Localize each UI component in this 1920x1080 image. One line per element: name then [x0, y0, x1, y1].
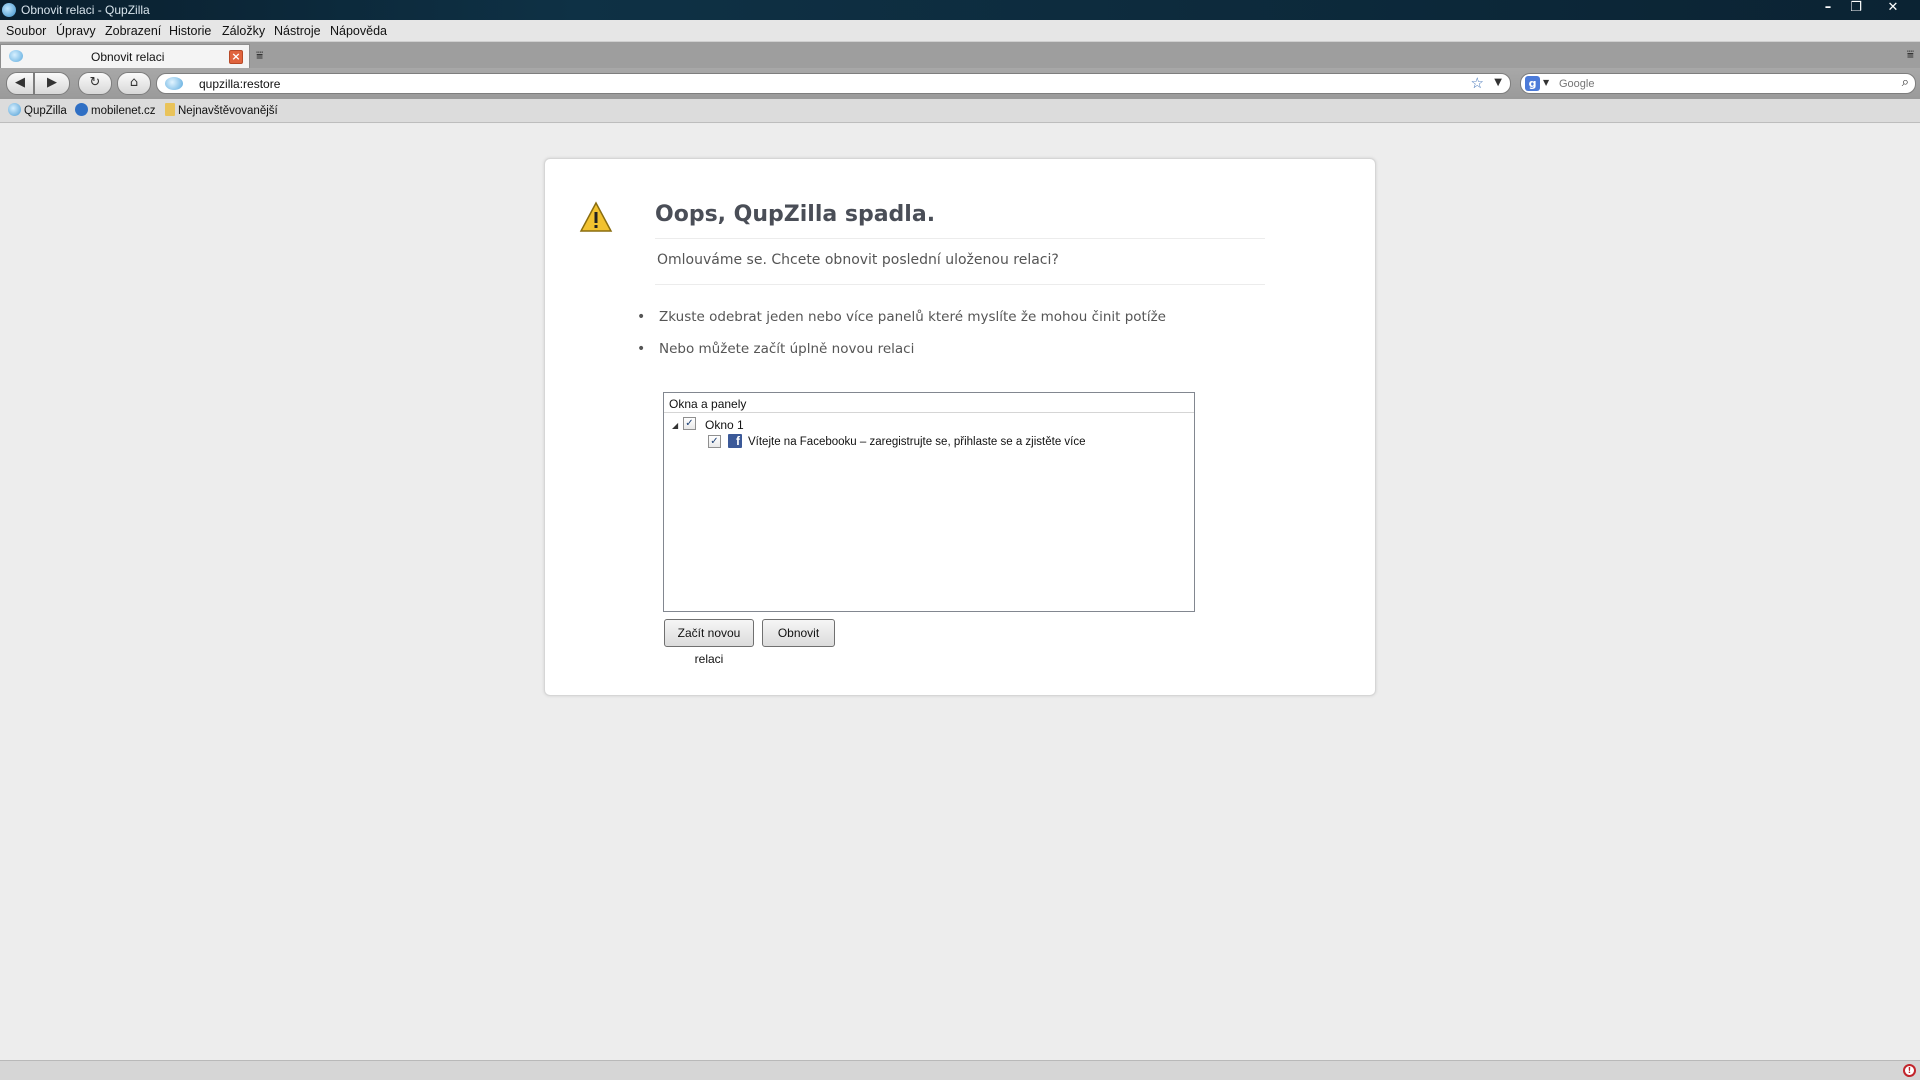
menu-soubor[interactable]: Soubor — [6, 24, 46, 38]
navigation-toolbar: ◀ ▶ ↻ ⌂ ☆ ▼ g ▼ ⌕ — [0, 68, 1920, 99]
bookmark-qupzilla[interactable]: QupZilla — [8, 103, 67, 117]
new-session-button[interactable]: Začít novou relaci — [664, 619, 754, 666]
menu-bar: Soubor Úpravy Zobrazení Historie Záložky… — [0, 20, 1920, 42]
menu-nastroje[interactable]: Nástroje — [274, 24, 321, 38]
mobilenet-bookmark-icon — [75, 103, 88, 116]
page-subheading: Omlouváme se. Chcete obnovit poslední ul… — [657, 252, 1059, 268]
url-input[interactable] — [199, 77, 1399, 91]
page-content: Oops, QupZilla spadla. Omlouváme se. Chc… — [0, 124, 1920, 1060]
restore-window-icon[interactable]: ❐ — [1843, 0, 1869, 18]
instructions-list: Zkuste odebrat jeden nebo více panelů kt… — [637, 309, 1166, 373]
session-tree[interactable]: Okna a panely ◢ ✓ Okno 1 ✓ f Vítejte na … — [663, 392, 1195, 612]
url-bar[interactable]: ☆ ▼ — [156, 73, 1511, 94]
url-history-dropdown-icon[interactable]: ▼ — [1494, 77, 1502, 88]
folder-icon — [165, 103, 175, 116]
search-magnifier-icon[interactable]: ⌕ — [1902, 75, 1909, 90]
qupzilla-tab-icon — [9, 50, 23, 62]
tab-restore-session[interactable]: Obnovit relaci × — [0, 44, 250, 68]
bookmarks-toolbar: QupZilla mobilenet.cz Nejnavštěvovanější — [0, 99, 1920, 123]
qupzilla-bookmark-icon — [8, 103, 21, 116]
closed-tabs-menu-icon[interactable]: ⩸ — [1907, 47, 1914, 62]
search-engine-dropdown-icon[interactable]: ▼ — [1543, 78, 1549, 87]
window-checkbox[interactable]: ✓ — [683, 417, 696, 430]
divider — [655, 284, 1265, 285]
warning-icon — [579, 201, 613, 232]
google-search-engine-icon[interactable]: g — [1525, 76, 1540, 91]
back-icon[interactable]: ◀ — [6, 72, 34, 95]
facebook-icon: f — [728, 434, 742, 448]
tree-tab-label[interactable]: Vítejte na Facebooku – zaregistrujte se,… — [748, 436, 1086, 448]
menu-upravy[interactable]: Úpravy — [56, 24, 96, 38]
home-icon[interactable]: ⌂ — [117, 72, 151, 95]
instruction-item: Zkuste odebrat jeden nebo více panelů kt… — [637, 309, 1166, 341]
bookmark-mobilenet[interactable]: mobilenet.cz — [75, 103, 156, 117]
forward-icon[interactable]: ▶ — [34, 72, 70, 95]
window-title: Obnovit relaci - QupZilla — [21, 3, 150, 17]
collapse-arrow-icon[interactable]: ◢ — [672, 421, 678, 430]
tree-window-label[interactable]: Okno 1 — [705, 418, 744, 432]
bookmark-label: QupZilla — [24, 105, 67, 117]
tab-bar: Obnovit relaci × ⩸ ⩸ — [0, 42, 1920, 68]
tab-title: Obnovit relaci — [91, 50, 165, 64]
menu-historie[interactable]: Historie — [169, 24, 211, 38]
minimize-icon[interactable]: – — [1815, 0, 1841, 18]
reload-icon[interactable]: ↻ — [78, 72, 112, 95]
bookmark-most-visited[interactable]: Nejnavštěvovanější — [165, 103, 278, 117]
qupzilla-logo-icon — [2, 3, 16, 17]
search-input[interactable] — [1559, 76, 1879, 91]
page-heading: Oops, QupZilla spadla. — [655, 202, 936, 227]
tab-close-icon[interactable]: × — [229, 50, 243, 64]
menu-zalozky[interactable]: Záložky — [222, 24, 265, 38]
divider — [655, 238, 1265, 239]
tab-list-icon[interactable]: ⩸ — [256, 48, 263, 63]
bookmark-label: mobilenet.cz — [91, 105, 156, 117]
menu-napoveda[interactable]: Nápověda — [330, 24, 387, 38]
tab-checkbox[interactable]: ✓ — [708, 435, 721, 448]
site-identity-icon[interactable] — [165, 77, 183, 90]
instruction-item: Nebo můžete začít úplně novou relaci — [637, 341, 1166, 373]
menu-zobrazeni[interactable]: Zobrazení — [105, 24, 161, 38]
adblock-icon[interactable]: ! — [1903, 1064, 1916, 1077]
search-bar[interactable]: g ▼ ⌕ — [1520, 73, 1916, 94]
status-bar: ! — [0, 1060, 1920, 1080]
restore-session-card: Oops, QupZilla spadla. Omlouváme se. Chc… — [544, 158, 1376, 696]
restore-button[interactable]: Obnovit — [762, 619, 835, 647]
title-bar: Obnovit relaci - QupZilla – ❐ ✕ — [0, 0, 1920, 20]
tree-column-header: Okna a panely — [664, 393, 1194, 413]
bookmark-star-icon[interactable]: ☆ — [1471, 74, 1484, 92]
bookmark-label: Nejnavštěvovanější — [178, 105, 278, 117]
close-window-icon[interactable]: ✕ — [1880, 0, 1906, 18]
